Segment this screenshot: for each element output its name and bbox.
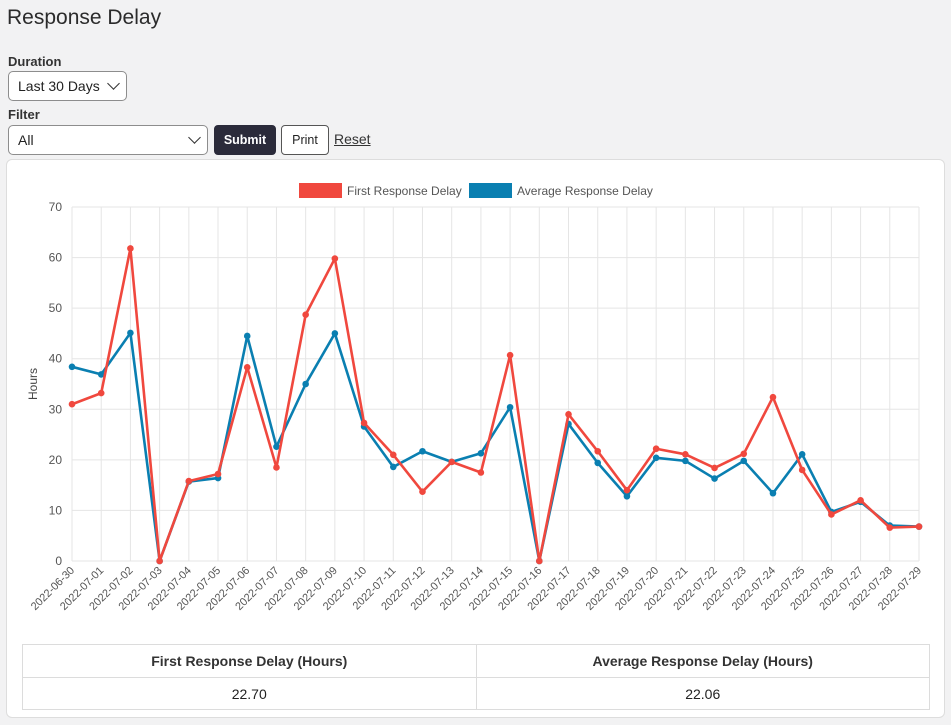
data-point: [769, 393, 777, 401]
duration-label: Duration: [8, 54, 62, 69]
legend-swatch: [469, 183, 512, 198]
data-point: [477, 469, 485, 476]
data-point: [652, 454, 660, 462]
data-point: [506, 351, 514, 359]
response-delay-chart: 0102030405060702022-06-302022-07-012022-…: [26, 183, 924, 613]
data-point: [769, 489, 777, 497]
data-point: [127, 245, 134, 252]
submit-button[interactable]: Submit: [214, 125, 276, 155]
y-tick-label: 40: [49, 352, 63, 366]
chevron-down-icon: [188, 131, 201, 144]
y-tick-label: 30: [49, 402, 63, 416]
y-tick-label: 50: [49, 301, 63, 315]
data-point: [156, 557, 163, 565]
summary-header-average: Average Response Delay (Hours): [475, 644, 930, 678]
data-point: [652, 445, 660, 453]
duration-value: Last 30 Days: [18, 78, 100, 94]
data-point: [185, 477, 193, 485]
data-point: [623, 492, 631, 500]
data-point: [740, 457, 748, 465]
chevron-down-icon: [107, 77, 120, 90]
legend-swatch: [299, 183, 342, 198]
data-point: [536, 557, 543, 565]
data-point: [331, 330, 339, 337]
y-tick-label: 60: [49, 251, 63, 265]
data-point: [594, 459, 602, 467]
data-point: [506, 403, 514, 411]
data-point: [711, 475, 718, 482]
data-point: [740, 450, 748, 458]
y-axis-label: Hours: [26, 368, 40, 400]
data-point: [857, 497, 864, 504]
data-point: [623, 486, 631, 494]
legend-label: First Response Delay: [347, 184, 462, 198]
summary-value-first: 22.70: [22, 677, 477, 710]
y-tick-label: 70: [49, 200, 63, 214]
summary-header-first: First Response Delay (Hours): [22, 644, 477, 678]
data-point: [360, 419, 368, 427]
data-point: [302, 380, 309, 388]
data-point: [798, 450, 806, 458]
y-tick-label: 20: [49, 453, 63, 467]
data-point: [682, 450, 689, 458]
duration-select[interactable]: Last 30 Days: [8, 71, 127, 101]
legend-label: Average Response Delay: [517, 184, 653, 198]
y-tick-label: 10: [49, 503, 63, 517]
data-point: [565, 411, 572, 418]
chart-card: 0 10 20 30 40 50 60 70 2022-06-30 2022-07-01 2022-…: [6, 159, 945, 718]
data-point: [243, 364, 251, 371]
data-point: [97, 389, 105, 397]
data-point: [127, 329, 134, 337]
summary-value-average: 22.06: [475, 677, 930, 710]
data-point: [915, 523, 923, 530]
data-point: [389, 463, 397, 471]
data-point: [68, 400, 76, 408]
summary-table: First Response Delay (Hours) Average Res…: [22, 644, 930, 710]
series-line: [71, 247, 920, 563]
print-button[interactable]: Print: [281, 125, 329, 155]
data-point: [828, 511, 835, 518]
data-point: [419, 488, 426, 496]
y-tick-label: 0: [55, 554, 62, 568]
data-point: [68, 363, 76, 371]
data-point: [302, 311, 309, 319]
reset-link[interactable]: Reset: [334, 131, 371, 147]
data-point: [273, 464, 280, 471]
data-point: [477, 449, 485, 457]
filter-value: All: [18, 132, 34, 148]
filter-select[interactable]: All: [8, 125, 208, 155]
page-title: Response Delay: [7, 6, 162, 29]
data-point: [214, 470, 222, 478]
data-point: [886, 524, 894, 531]
data-point: [682, 457, 689, 465]
data-point: [243, 332, 251, 340]
data-point: [711, 464, 718, 472]
data-point: [448, 458, 455, 466]
data-point: [389, 451, 397, 459]
data-point: [594, 447, 602, 455]
data-point: [331, 255, 339, 262]
data-point: [798, 466, 806, 474]
data-point: [419, 447, 426, 455]
filter-label: Filter: [8, 107, 40, 122]
